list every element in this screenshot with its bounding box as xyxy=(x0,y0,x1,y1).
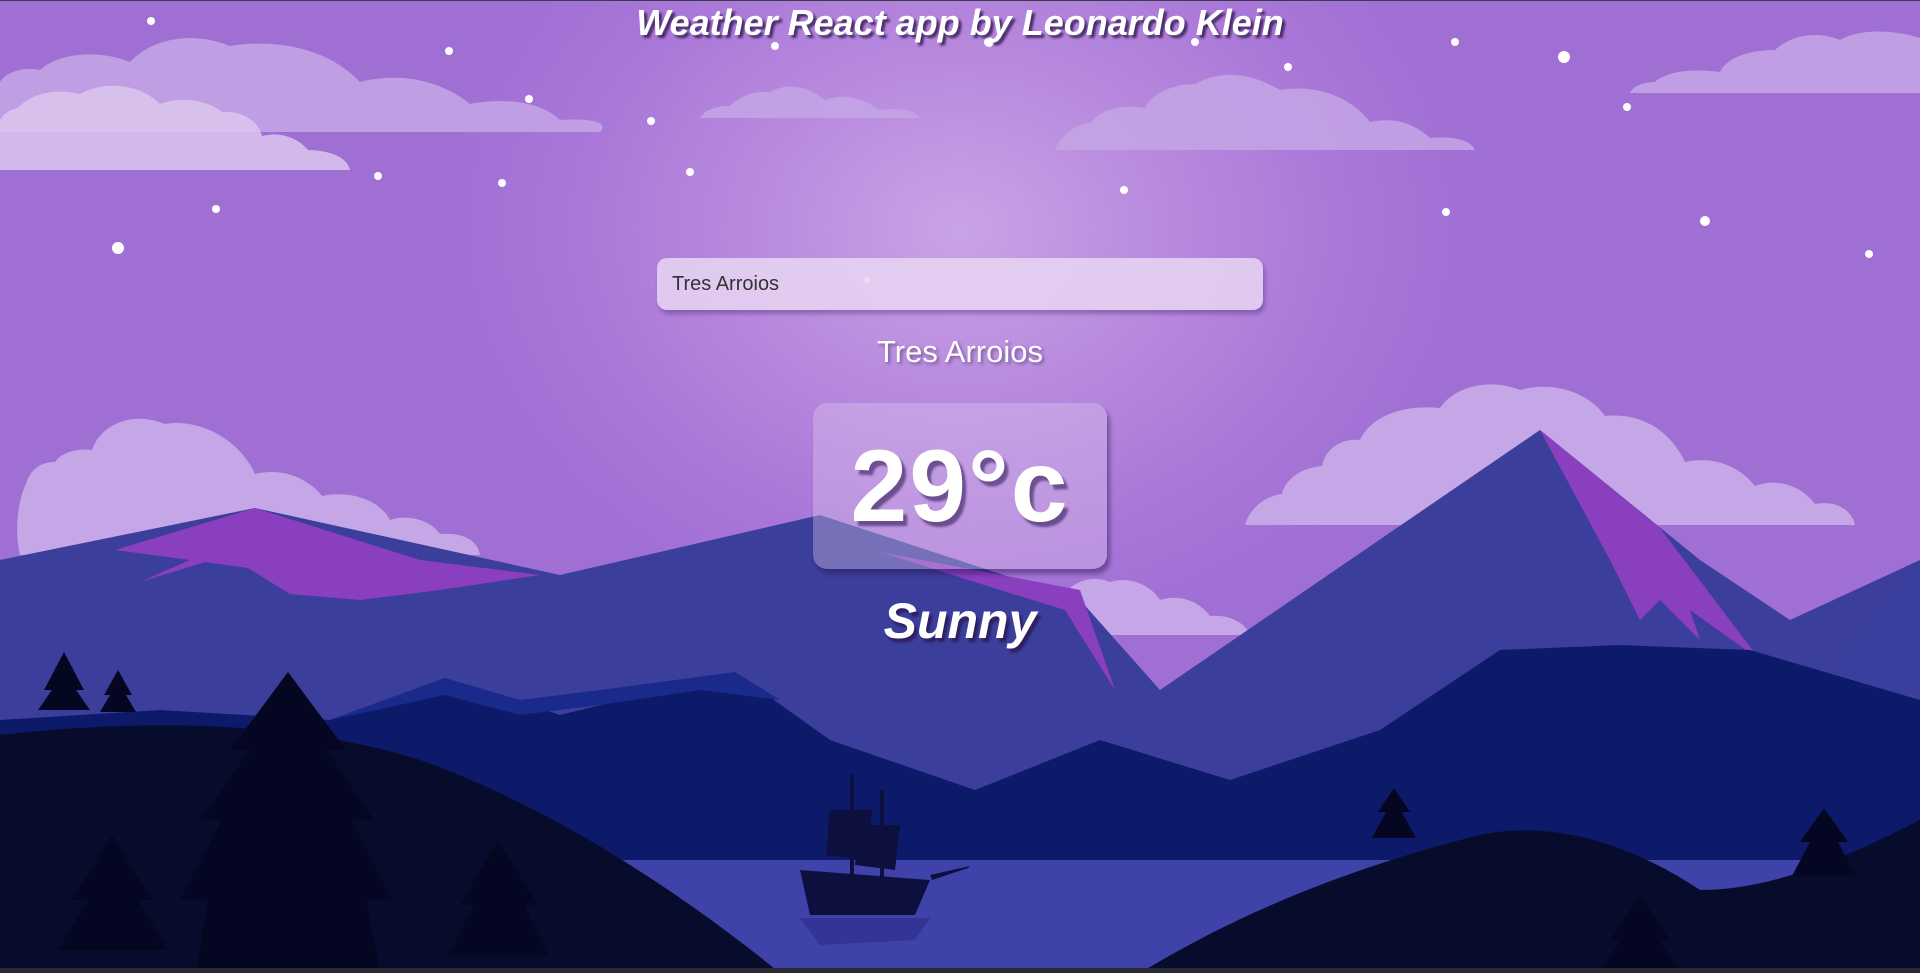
location-name: Tres Arroios xyxy=(877,334,1043,369)
city-search-input[interactable] xyxy=(657,258,1263,310)
app-root: Weather React app by Leonardo Klein Tres… xyxy=(0,0,1920,973)
cloud-back-group xyxy=(0,31,1920,150)
weather-condition: Sunny xyxy=(883,593,1037,649)
app-title: Weather React app by Leonardo Klein xyxy=(636,2,1284,43)
temperature-value: 29°c xyxy=(850,429,1070,543)
temperature-card: 29°c xyxy=(813,403,1107,569)
window-top-border xyxy=(0,0,1920,1)
window-bottom-border xyxy=(0,968,1920,973)
stars-group xyxy=(112,17,1873,283)
